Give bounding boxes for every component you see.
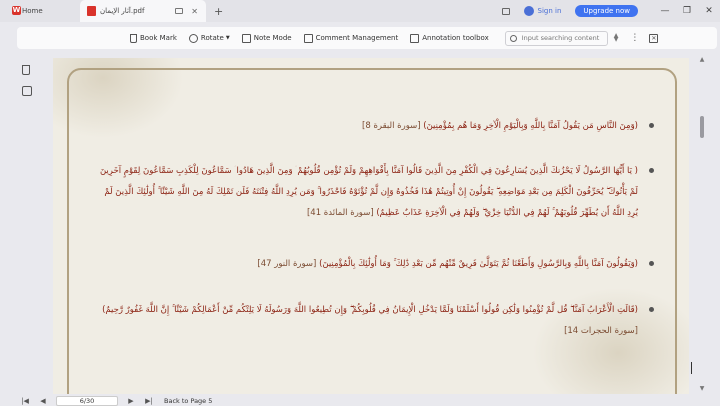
toolbar: Book Mark Rotate ▼ Note Mode Comment Man… — [17, 27, 717, 49]
comment-management-label: Comment Management — [315, 34, 399, 42]
title-bar: W Home آثار الإيمان.pdf ✕ + Sign in Upgr… — [0, 0, 720, 22]
search-nav-icon[interactable]: ▲ ▼ — [614, 33, 619, 43]
rotate-icon — [188, 33, 198, 43]
minimize-icon[interactable]: — — [654, 6, 676, 16]
next-page-icon[interactable]: ▶ — [122, 397, 140, 405]
bookmark-button[interactable]: Book Mark — [130, 33, 177, 43]
restore-icon[interactable]: ❐ — [676, 6, 698, 16]
annotation-toolbox-button[interactable]: Annotation toolbox — [410, 33, 489, 43]
note-mode-button[interactable]: Note Mode — [241, 33, 292, 43]
bookmark-label: Book Mark — [140, 34, 177, 42]
last-page-icon[interactable]: ▶| — [140, 397, 158, 405]
comment-icon — [303, 33, 313, 43]
more-options-icon[interactable]: ⋮ — [630, 33, 639, 43]
annotation-icon — [410, 33, 420, 43]
search-input[interactable] — [521, 34, 602, 42]
text-cursor-icon — [691, 362, 693, 374]
wps-logo-icon: W — [12, 6, 21, 15]
verse-text: (وَيَقُولُونَ آمَنَّا بِاللَّهِ وَبِالرَ… — [319, 259, 638, 269]
sign-in-link[interactable]: Sign in — [538, 7, 562, 15]
note-mode-label: Note Mode — [253, 34, 292, 42]
window-tile-icon[interactable] — [501, 7, 510, 15]
tab-document-label: آثار الإيمان.pdf — [100, 7, 145, 15]
verse-reference: [سورة النور 47] — [257, 259, 317, 269]
rotate-button[interactable]: Rotate ▼ — [188, 33, 230, 43]
page-number-field[interactable]: 6/30 — [56, 395, 118, 406]
scroll-up-icon[interactable]: ▲ — [698, 56, 706, 63]
note-icon — [241, 33, 251, 43]
scroll-down-icon[interactable]: ▼ — [698, 385, 706, 392]
chevron-down-icon: ▼ — [225, 35, 230, 41]
verse-reference: [سورة المائدة 41] — [306, 208, 374, 218]
bookmark-panel-icon[interactable] — [22, 65, 30, 75]
previous-page-icon[interactable]: ◀ — [34, 397, 52, 405]
tab-home-label: Home — [22, 7, 43, 15]
new-tab-button[interactable]: + — [214, 5, 223, 18]
first-page-icon[interactable]: |◀ — [16, 397, 34, 405]
rotate-label: Rotate — [200, 34, 224, 42]
left-rail — [0, 56, 44, 392]
verse-text: (قَالَتِ الْأَعْرَابُ آمَنَّا ۖ قُل لَّم… — [102, 305, 638, 315]
close-window-icon[interactable]: ✕ — [698, 6, 720, 16]
vertical-scrollbar[interactable]: ▲ ▼ — [698, 56, 706, 392]
back-to-page-link[interactable]: Back to Page 5 — [164, 397, 212, 405]
upgrade-button[interactable]: Upgrade now — [575, 5, 638, 17]
close-tab-icon[interactable]: ✕ — [191, 7, 198, 16]
list-item: (وَيَقُولُونَ آمَنَّا بِاللَّهِ وَبِالرَ… — [99, 254, 654, 275]
comment-management-button[interactable]: Comment Management — [303, 33, 399, 43]
monitor-icon[interactable] — [175, 8, 184, 14]
status-bar: |◀ ◀ 6/30 ▶ ▶| Back to Page 5 — [0, 395, 720, 406]
search-icon — [509, 34, 517, 42]
search-box[interactable] — [504, 30, 608, 46]
document-page[interactable]: (وَمِنَ النَّاسِ مَن يَقُولُ آمَنَّا بِا… — [53, 58, 689, 394]
list-item: ( يَا أَيُّهَا الرَّسُولُ لَا يَحْزُنكَ … — [99, 161, 654, 224]
exit-fullscreen-icon[interactable]: ✕ — [649, 33, 659, 43]
pdf-icon — [87, 6, 96, 16]
avatar-icon[interactable] — [523, 6, 534, 16]
verse-text: (وَمِنَ النَّاسِ مَن يَقُولُ آمَنَّا بِا… — [423, 121, 638, 131]
list-item: (وَمِنَ النَّاسِ مَن يَقُولُ آمَنَّا بِا… — [99, 116, 654, 137]
annotation-toolbox-label: Annotation toolbox — [422, 34, 489, 42]
verse-reference: [سورة الحجرات 14] — [564, 326, 638, 336]
list-item: (قَالَتِ الْأَعْرَابُ آمَنَّا ۖ قُل لَّم… — [99, 300, 654, 342]
tab-home[interactable]: W Home — [0, 0, 62, 22]
verse-reference: [سورة البقرة 8] — [362, 121, 421, 131]
comment-panel-icon[interactable] — [22, 86, 32, 96]
tab-document[interactable]: آثار الإيمان.pdf ✕ — [80, 0, 206, 22]
bookmark-icon — [130, 33, 137, 43]
scrollbar-thumb[interactable] — [700, 116, 704, 138]
